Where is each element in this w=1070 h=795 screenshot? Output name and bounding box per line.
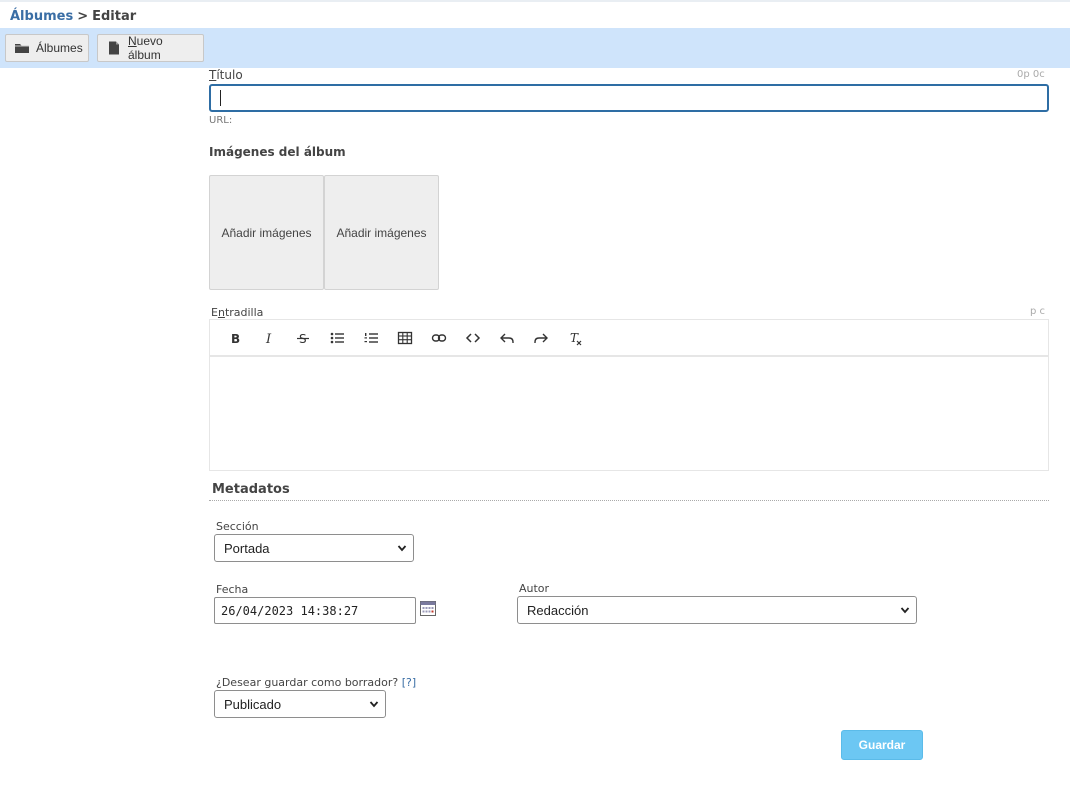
title-input[interactable] (209, 84, 1049, 112)
svg-text:B: B (231, 332, 240, 346)
date-input-value: 26/04/2023 14:38:27 (221, 603, 359, 618)
table-button[interactable] (388, 323, 422, 353)
numbered-list-button[interactable] (354, 323, 388, 353)
svg-text:I: I (265, 332, 272, 346)
author-select-value: Redacción (527, 602, 589, 618)
draft-help-link[interactable]: [?] (402, 676, 416, 689)
add-images-slot-1[interactable]: Añadir imágenes (209, 175, 324, 290)
document-icon (106, 40, 122, 56)
action-toolbar: Álbumes Nuevo álbum (0, 28, 1070, 68)
save-button[interactable]: Guardar (841, 730, 923, 760)
strikethrough-button[interactable]: S (286, 323, 320, 353)
title-label-rest: ítulo (216, 68, 243, 82)
metadata-heading: Metadatos (212, 482, 290, 497)
chevron-down-icon (397, 543, 407, 553)
folder-icon (14, 40, 30, 56)
svg-text:T: T (570, 331, 579, 345)
strikethrough-icon: S (295, 330, 311, 346)
add-images-slot-2[interactable]: Añadir imágenes (324, 175, 439, 290)
draft-question: ¿Desear guardar como borrador? [?] (216, 676, 416, 689)
draft-status-value: Publicado (224, 696, 282, 712)
summary-counter: p c (1030, 306, 1046, 317)
section-select[interactable]: Portada (214, 534, 414, 562)
bullet-list-icon (329, 330, 345, 346)
chevron-down-icon (369, 699, 379, 709)
metadata-divider (209, 500, 1049, 501)
albums-button[interactable]: Álbumes (5, 34, 89, 62)
top-strip (0, 0, 1070, 2)
calendar-icon[interactable] (420, 600, 436, 616)
bullet-list-button[interactable] (320, 323, 354, 353)
undo-icon (499, 330, 515, 346)
new-album-button-label: Nuevo álbum (128, 34, 197, 62)
clear-format-button[interactable]: T (558, 323, 592, 353)
chevron-down-icon (900, 605, 910, 615)
images-heading: Imágenes del álbum (209, 145, 346, 159)
link-button[interactable] (422, 323, 456, 353)
summary-label-rest: tradilla (224, 306, 264, 319)
date-label: Fecha (216, 583, 249, 596)
new-album-accesskey: N (128, 34, 137, 48)
breadcrumb-link-albums[interactable]: Álbumes (10, 9, 73, 24)
breadcrumb: Álbumes > Editar (10, 9, 136, 24)
undo-button[interactable] (490, 323, 524, 353)
author-select[interactable]: Redacción (517, 596, 917, 624)
draft-question-text: ¿Desear guardar como borrador? (216, 676, 399, 689)
redo-button[interactable] (524, 323, 558, 353)
summary-label-prefix: E (211, 306, 218, 319)
editor-toolbar: B I S T (209, 319, 1049, 357)
link-icon (431, 330, 447, 346)
section-select-value: Portada (224, 540, 270, 556)
numbered-list-icon (363, 330, 379, 346)
bold-button[interactable]: B (218, 323, 252, 353)
summary-label: Entradilla (211, 306, 263, 319)
table-icon (397, 330, 413, 346)
redo-icon (533, 330, 549, 346)
italic-button[interactable]: I (252, 323, 286, 353)
text-caret (220, 90, 221, 106)
draft-status-select[interactable]: Publicado (214, 690, 386, 718)
italic-icon: I (261, 330, 277, 346)
new-album-button[interactable]: Nuevo álbum (97, 34, 204, 62)
date-input[interactable]: 26/04/2023 14:38:27 (214, 597, 416, 624)
code-button[interactable] (456, 323, 490, 353)
title-counter: 0p 0c (1017, 69, 1045, 80)
title-label: Título (209, 68, 243, 82)
author-label: Autor (519, 582, 550, 595)
code-icon (465, 330, 481, 346)
albums-button-label: Álbumes (36, 41, 83, 55)
section-label: Sección (216, 520, 259, 533)
summary-accesskey: n (217, 306, 225, 319)
breadcrumb-current: Editar (92, 9, 137, 24)
summary-editor-area[interactable] (209, 357, 1049, 471)
bold-icon: B (227, 330, 243, 346)
clear-format-icon: T (567, 330, 583, 346)
breadcrumb-separator: > (77, 9, 89, 24)
url-label: URL: (209, 115, 233, 126)
